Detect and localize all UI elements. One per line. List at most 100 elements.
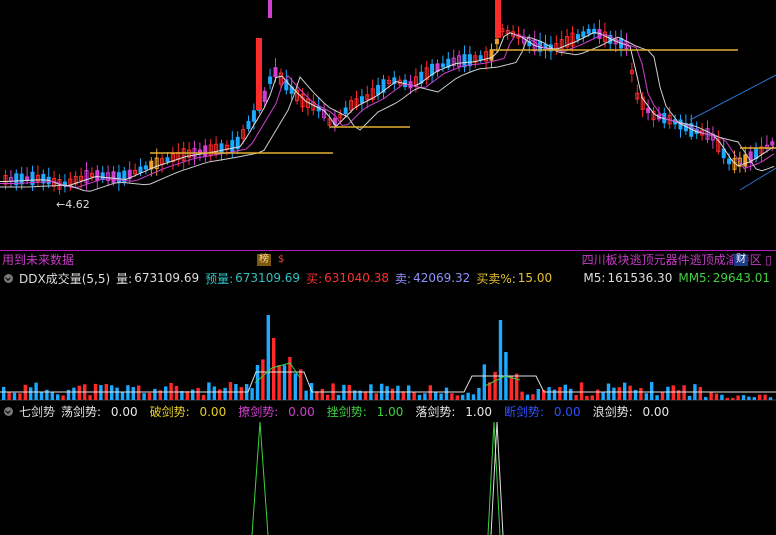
volume-bar [412, 392, 416, 400]
candle-body [467, 54, 472, 67]
candle-body [111, 171, 116, 184]
volume-bar [714, 393, 719, 400]
volume-bar [455, 395, 459, 400]
indicator-menu-icon[interactable] [4, 406, 13, 416]
volume-bar [396, 385, 400, 400]
volume-bar [277, 365, 281, 400]
volume-bar [644, 393, 648, 400]
volume-bar [261, 359, 265, 400]
candle-body [495, 0, 501, 38]
volume-bar [477, 388, 481, 400]
volume-bar [18, 393, 22, 400]
volume-bar [66, 389, 71, 400]
candle-body [646, 107, 651, 114]
volume-bar [363, 391, 368, 400]
ddx-indicator-header: DDX成交量(5,5) 量: 673109.69 预量: 673109.69 买… [0, 268, 776, 288]
volume-bar [758, 394, 762, 400]
candle-body [376, 84, 381, 96]
volume-bar [731, 397, 735, 400]
candle-body [95, 170, 100, 182]
candle-body [489, 49, 494, 61]
cai-badge[interactable]: 财 [734, 254, 748, 266]
volume-bar [191, 389, 195, 400]
sword-signal-spike [251, 421, 269, 535]
volume-bar [698, 387, 702, 400]
candle-body [462, 54, 467, 68]
volume-bar [720, 394, 724, 400]
candle-body [143, 165, 148, 170]
volume-bar [552, 389, 557, 400]
volume-bar [579, 382, 584, 400]
sword-chart-panel[interactable] [0, 420, 776, 535]
volume-bar [115, 387, 119, 400]
moving-average-line [0, 36, 775, 192]
volume-bar [509, 376, 513, 400]
price-chart-panel[interactable]: ←4.62 [0, 0, 776, 250]
volume-bar [525, 394, 530, 400]
candle-body [230, 140, 235, 152]
indicator-menu-icon[interactable] [4, 273, 13, 283]
mm5-label: MM5: [678, 271, 711, 285]
volume-bar [471, 394, 476, 400]
buy-label: 买: [306, 271, 323, 286]
volume-bar [223, 387, 227, 400]
volume-bar [574, 395, 578, 400]
bang-badge[interactable]: 榜 [257, 254, 271, 266]
sword-item-6: 浪剑势: 0.00 [592, 404, 670, 419]
candle-body [100, 172, 105, 180]
trend-line [689, 74, 776, 121]
volume-bar [401, 391, 405, 400]
volume-chart-panel[interactable] [0, 288, 776, 402]
mm5-value: 29643.01 [712, 271, 770, 285]
volume-bar [407, 385, 411, 400]
candle-body [727, 158, 732, 165]
volume-bar [385, 386, 389, 400]
info-strip: 用到未来数据 四川板块逃顶元器件逃顶成渝特区 ▯ 榜 $ 财 [0, 250, 776, 268]
m5-value: 161536.30 [607, 271, 673, 285]
sword-signal-chart[interactable] [0, 420, 776, 535]
candlestick-chart[interactable] [0, 0, 776, 250]
volume-bar [315, 391, 319, 400]
volume-bar [461, 394, 465, 400]
volume-bar [320, 388, 324, 400]
dollar-badge[interactable]: $ [276, 254, 286, 266]
sword-item-2: 撩剑势: 0.00 [238, 404, 315, 419]
volume-bar [417, 394, 422, 400]
volume-bar [725, 397, 729, 400]
volume-bar [7, 391, 11, 400]
candle-body [743, 154, 748, 167]
volume-bar [77, 385, 81, 400]
volume-bars-chart[interactable] [0, 288, 776, 402]
volume-bar [239, 387, 243, 400]
candle-body [440, 63, 445, 68]
volume-bar [612, 387, 616, 400]
vol-value: 673109.69 [134, 271, 200, 285]
volume-bar [682, 385, 686, 400]
volume-bar [228, 382, 233, 400]
volume-bar [434, 392, 438, 400]
sword-title[interactable]: 七剑势 [19, 403, 55, 420]
volume-bar [390, 388, 395, 400]
volume-bar [498, 320, 503, 400]
volume-bar [709, 391, 713, 400]
candle-body [246, 120, 251, 130]
candle-body [262, 90, 267, 103]
volume-bar [29, 387, 33, 400]
candle-body [165, 157, 170, 163]
ddx-title[interactable]: DDX成交量(5,5) [19, 270, 110, 287]
candle-body [256, 38, 262, 110]
volume-bar [39, 391, 44, 400]
volume-bar [650, 382, 654, 400]
volume-bar [585, 395, 589, 400]
volume-bar [56, 394, 60, 400]
sword-item-4: 落剑势: 1.00 [415, 404, 492, 419]
ratio-value: 15.00 [517, 271, 553, 285]
candle-body [203, 145, 208, 157]
volume-bar [536, 388, 540, 400]
sword-item-5: 断剑势: 0.00 [503, 404, 581, 419]
volume-bar [439, 393, 443, 400]
volume-bar [569, 388, 573, 400]
m5-label: M5: [583, 271, 606, 285]
sword-indicator-header: 七剑势 荡剑势: 0.00 破剑势: 0.00 撩剑势: 0.00 挫剑势: 1… [0, 402, 776, 420]
candle-body [575, 34, 580, 40]
